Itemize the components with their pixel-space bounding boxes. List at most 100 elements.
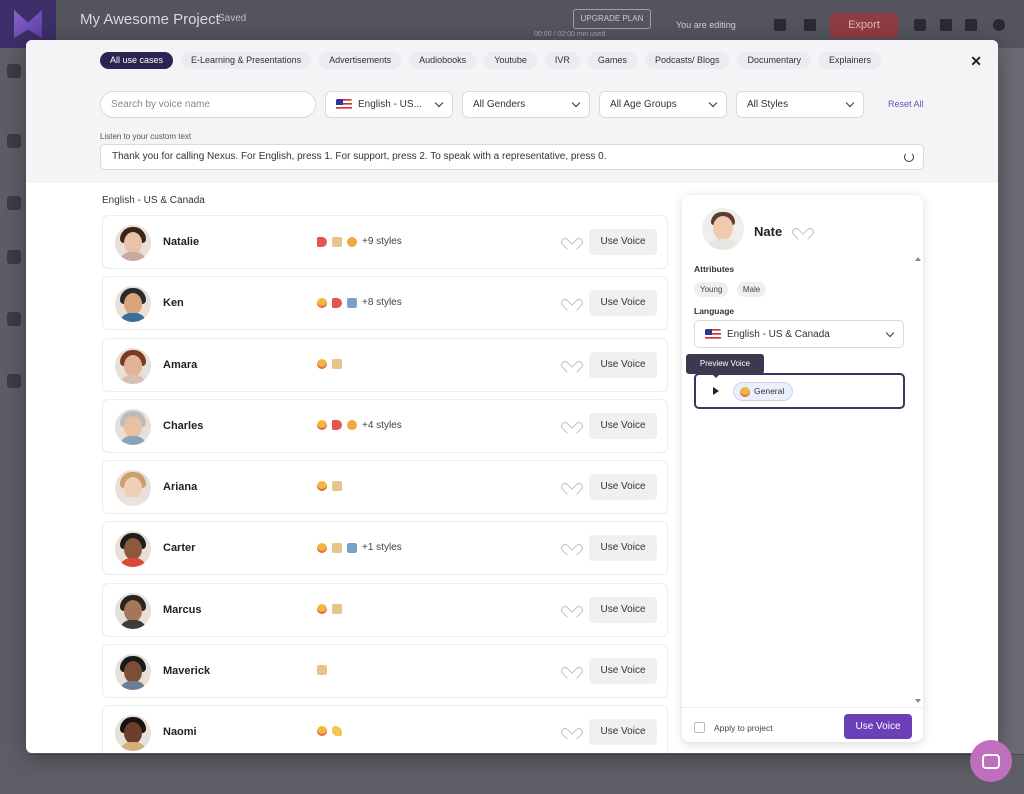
- support-chat-button[interactable]: [970, 740, 1012, 782]
- megaphone-icon: [332, 297, 342, 308]
- voice-row[interactable]: Ariana Use Voice: [102, 460, 668, 515]
- language-select[interactable]: English - US & Canada: [694, 320, 904, 348]
- refresh-icon[interactable]: [904, 152, 914, 162]
- age-filter[interactable]: All Age Groups: [599, 91, 727, 118]
- play-icon[interactable]: [713, 387, 719, 395]
- tab-use-case[interactable]: E-Learning & Presentations: [181, 52, 312, 69]
- use-voice-button[interactable]: Use Voice: [589, 535, 657, 562]
- sidebar-icon: [7, 250, 21, 264]
- favorite-heart-icon[interactable]: [565, 236, 577, 248]
- smile-emoji-icon: [317, 481, 327, 492]
- filter-bar: Search by voice name English - US... All…: [100, 91, 864, 118]
- voice-picker-modal: All use cases E-Learning & Presentations A…: [26, 40, 998, 753]
- chevron-down-icon: [885, 328, 895, 337]
- scroll-up-icon[interactable]: [915, 257, 921, 261]
- tab-use-case[interactable]: Advertisements: [319, 52, 402, 69]
- scroll-down-icon[interactable]: [915, 699, 921, 703]
- use-voice-button[interactable]: Use Voice: [589, 474, 657, 501]
- voice-row[interactable]: Carter +1 styles Use Voice: [102, 521, 668, 576]
- sidebar-icon: [7, 134, 21, 148]
- attributes-label: Attributes: [694, 264, 735, 274]
- use-voice-button[interactable]: Use Voice: [589, 290, 657, 317]
- language-filter[interactable]: English - US...: [325, 91, 453, 118]
- voice-avatar: [115, 531, 151, 568]
- language-filter-label: English - US...: [358, 99, 422, 110]
- use-voice-primary-button[interactable]: Use Voice: [844, 714, 912, 739]
- tab-use-case[interactable]: Documentary: [737, 52, 812, 69]
- smile-icon: [740, 386, 750, 397]
- avatar-body: [119, 681, 147, 691]
- voice-name: Naomi: [163, 726, 197, 739]
- favorite-heart-icon[interactable]: [565, 542, 577, 554]
- voice-avatar: [115, 408, 151, 445]
- style-chip-general[interactable]: General: [733, 382, 794, 401]
- grin-emoji-icon: [347, 420, 357, 431]
- tab-use-case[interactable]: IVR: [544, 52, 580, 69]
- smile-emoji-icon: [317, 603, 327, 614]
- favorite-heart-icon[interactable]: [565, 359, 577, 371]
- avatar-body: [119, 619, 147, 629]
- style-filter[interactable]: All Styles: [736, 91, 864, 118]
- tab-use-case[interactable]: Audiobooks: [409, 52, 477, 69]
- voice-row[interactable]: Charles +4 styles Use Voice: [102, 398, 668, 453]
- attribute-chips: Young Male: [694, 279, 770, 297]
- voice-styles: [317, 603, 342, 614]
- voice-row[interactable]: Marcus Use Voice: [102, 582, 668, 637]
- use-voice-button[interactable]: Use Voice: [589, 719, 657, 746]
- bg-editing-label: You are editing: [676, 20, 736, 30]
- extra-styles-count: +9 styles: [362, 236, 402, 247]
- voice-styles: +9 styles: [317, 236, 402, 247]
- avatar-face: [124, 722, 142, 745]
- smile-emoji-icon: [317, 542, 327, 553]
- language-filter-value: English - US...: [336, 99, 422, 110]
- flexed-arm-icon: [332, 726, 342, 737]
- logo-mark-icon: [14, 10, 42, 38]
- avatar-face: [124, 661, 142, 684]
- favorite-heart-icon[interactable]: [565, 420, 577, 432]
- voice-detail-panel: Nate Attributes Young Male Language Engl…: [682, 195, 923, 742]
- favorite-heart-icon[interactable]: [565, 481, 577, 493]
- bell-icon: [940, 19, 952, 31]
- reset-all-link[interactable]: Reset All: [888, 99, 924, 109]
- avatar-face: [124, 415, 142, 438]
- language-section-title: English - US & Canada: [102, 195, 205, 206]
- favorite-heart-icon[interactable]: [565, 726, 577, 738]
- tab-use-case[interactable]: All use cases: [100, 52, 174, 69]
- voice-styles: [317, 726, 342, 737]
- gender-filter-label: All Genders: [473, 99, 526, 110]
- use-voice-button[interactable]: Use Voice: [589, 412, 657, 439]
- smile-emoji-icon: [317, 726, 327, 737]
- voice-name: Maverick: [163, 665, 211, 678]
- use-voice-button[interactable]: Use Voice: [589, 229, 657, 255]
- favorite-heart-icon[interactable]: [796, 226, 808, 238]
- tab-use-case[interactable]: Podcasts/ Blogs: [644, 52, 730, 69]
- detail-footer: Apply to project Use Voice: [682, 707, 923, 742]
- custom-text-input[interactable]: Thank you for calling Nexus. For English…: [100, 144, 924, 170]
- use-case-tabs: All use cases E-Learning & Presentations A…: [100, 52, 882, 69]
- voice-search-input[interactable]: Search by voice name: [100, 91, 316, 118]
- voice-row[interactable]: Naomi Use Voice: [102, 705, 668, 753]
- apply-to-project-checkbox[interactable]: [694, 722, 705, 733]
- tab-use-case[interactable]: Games: [587, 52, 637, 69]
- robot-icon: [347, 297, 357, 308]
- close-button[interactable]: ✕: [970, 53, 982, 70]
- tab-use-case[interactable]: Youtube: [484, 52, 537, 69]
- favorite-heart-icon[interactable]: [565, 665, 577, 677]
- custom-text-value: Thank you for calling Nexus. For English…: [112, 151, 607, 162]
- avatar-body: [119, 497, 147, 507]
- use-voice-button[interactable]: Use Voice: [589, 658, 657, 685]
- use-voice-button[interactable]: Use Voice: [589, 596, 657, 623]
- voice-avatar: [115, 286, 151, 323]
- voice-row[interactable]: Natalie +9 styles Use Voice: [102, 215, 668, 269]
- use-voice-button[interactable]: Use Voice: [589, 351, 657, 378]
- gender-filter[interactable]: All Genders: [462, 91, 590, 118]
- share-icon: [774, 19, 786, 31]
- favorite-heart-icon[interactable]: [565, 604, 577, 616]
- tab-use-case[interactable]: Explainers: [819, 52, 882, 69]
- voice-row[interactable]: Amara Use Voice: [102, 337, 668, 392]
- chevron-down-icon: [845, 98, 855, 108]
- voice-list: Natalie +9 styles Use Voice Ken +8 styles Use…: [102, 215, 668, 753]
- voice-row[interactable]: Ken +8 styles Use Voice: [102, 276, 668, 331]
- voice-row[interactable]: Maverick Use Voice: [102, 644, 668, 699]
- favorite-heart-icon[interactable]: [565, 297, 577, 309]
